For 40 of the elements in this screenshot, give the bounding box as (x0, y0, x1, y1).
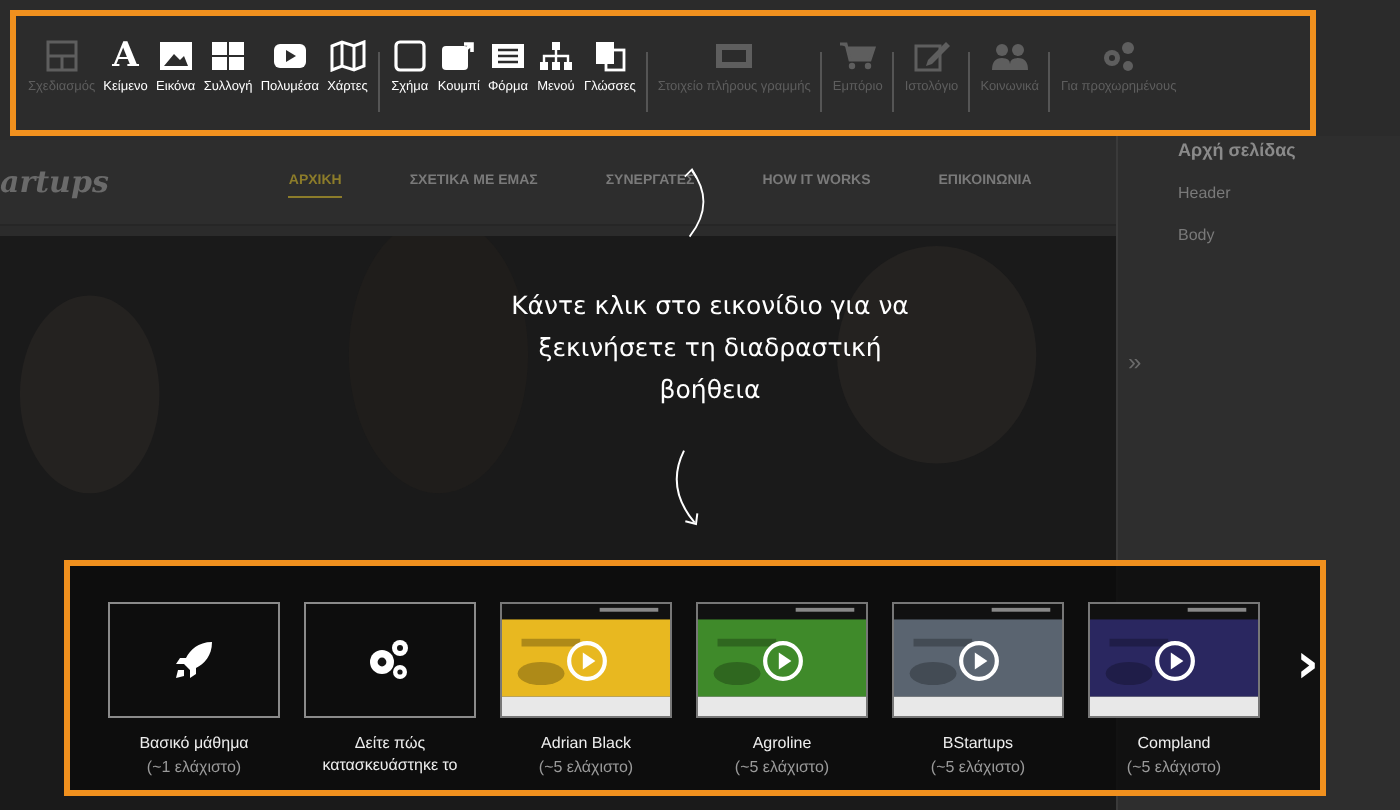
card-duration: (~5 ελάχιστο) (734, 758, 830, 776)
card-duration: (~1 ελάχιστο) (146, 758, 242, 776)
card-title: Agroline (750, 732, 814, 754)
card-title: Βασικό μάθημα (137, 732, 251, 754)
gears-icon (366, 636, 414, 684)
play-icon[interactable] (761, 639, 803, 681)
card-duration: (~5 ελάχιστο) (538, 758, 634, 776)
panel-title: Αρχή σελίδας (1178, 140, 1298, 160)
fullrow-icon (714, 40, 755, 72)
play-icon[interactable] (957, 639, 999, 681)
design-icon (41, 40, 82, 72)
button-icon (438, 40, 479, 72)
card-title: Compland (1135, 732, 1213, 754)
maps-icon (327, 40, 368, 72)
play-icon[interactable] (1153, 639, 1195, 681)
advanced-icon (1098, 40, 1139, 72)
card-duration: (~5 ελάχιστο) (930, 758, 1026, 776)
tutorial-tile[interactable] (108, 602, 280, 718)
store-icon (837, 40, 878, 72)
hint-text: Κάντε κλικ στο εικονίδιο για να ξεκινήσετε τη διαδραστική βοήθεια (509, 288, 911, 408)
image-icon (155, 40, 196, 72)
tree-item[interactable]: Body (1178, 226, 1400, 244)
social-icon (989, 40, 1030, 72)
tree-item[interactable]: Header (1178, 184, 1400, 202)
rocket-icon (170, 636, 218, 684)
card-title: Adrian Black (539, 732, 633, 754)
gallery-icon (208, 40, 249, 72)
menu-icon (535, 40, 576, 72)
next-button[interactable]: › (1284, 630, 1332, 696)
card-title: Δείτε πώς κατασκευάστηκε το (320, 732, 460, 776)
shape-icon (389, 40, 430, 72)
form-icon (487, 40, 528, 72)
media-icon (269, 40, 310, 72)
text-icon: A (112, 40, 139, 72)
tutorial-tile[interactable] (304, 602, 476, 718)
collapse-glyph[interactable]: » (1128, 348, 1142, 376)
card-duration: (~5 ελάχιστο) (1126, 758, 1222, 776)
blog-icon (911, 40, 952, 72)
card-title: BStartups (940, 732, 1016, 754)
site-logo: artups (0, 164, 109, 200)
